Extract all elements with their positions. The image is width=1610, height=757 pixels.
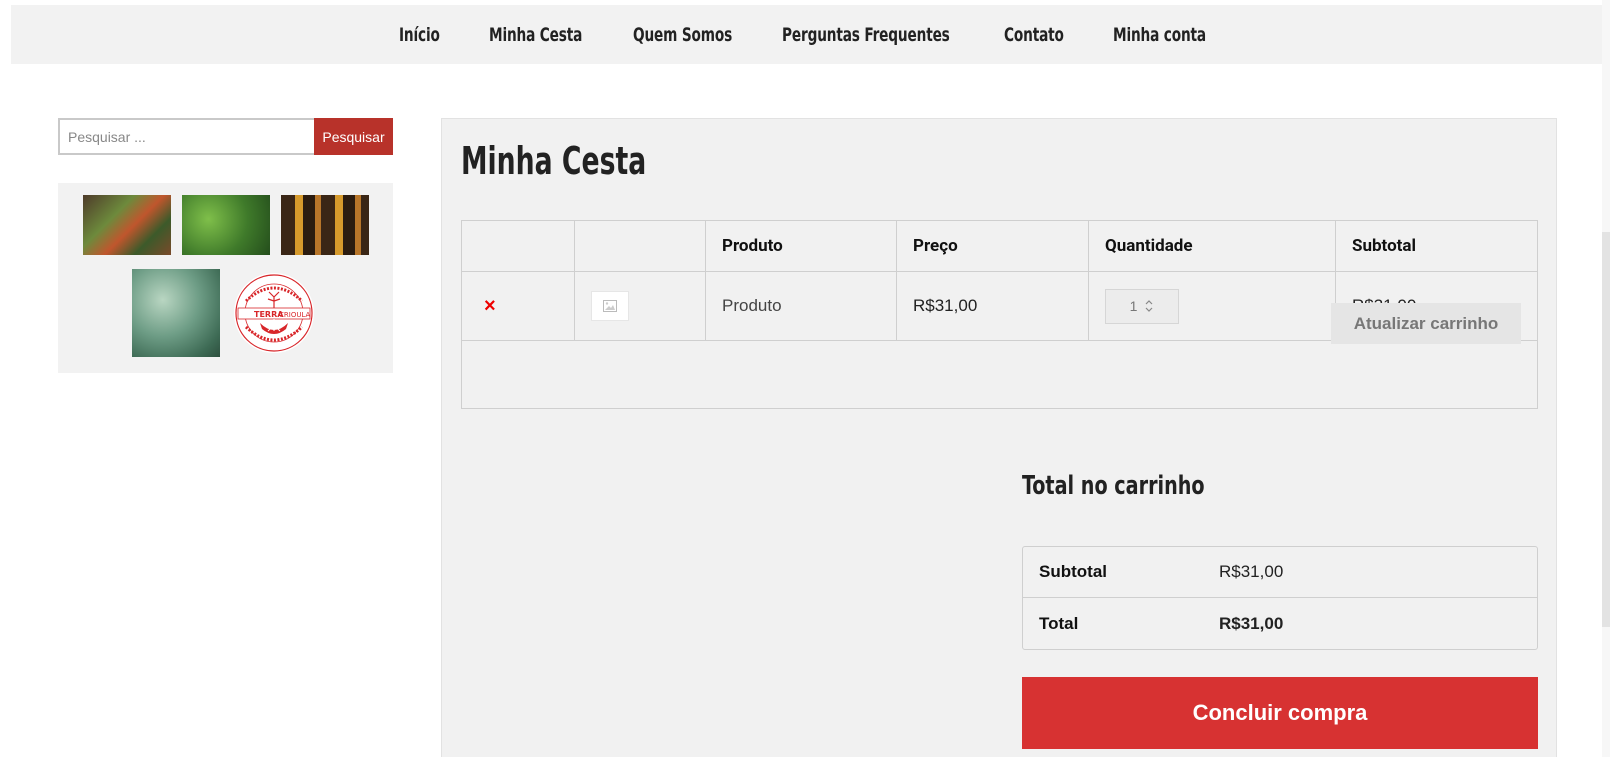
cart-header-produto: Produto — [706, 221, 897, 272]
search-button[interactable]: Pesquisar — [314, 118, 393, 155]
nav-item-quem-somos[interactable]: Quem Somos — [633, 24, 732, 46]
search-form: Pesquisar — [58, 118, 393, 155]
cart-totals-title: Total no carrinho — [1022, 471, 1205, 501]
update-cart-button[interactable]: Atualizar carrinho — [1331, 303, 1521, 344]
sidebar-gallery: TERRA CRIOULA — [58, 183, 393, 373]
nav-item-minha-conta[interactable]: Minha conta — [1113, 24, 1206, 46]
nav-item-contato[interactable]: Contato — [1004, 24, 1064, 46]
cart-panel: Minha Cesta Produto Preço Quantidade Sub… — [441, 118, 1557, 757]
quantity-value: 1 — [1129, 298, 1138, 314]
nav-item-minha-cesta[interactable]: Minha Cesta — [489, 24, 582, 46]
gallery-image-vegetable-crates[interactable] — [83, 195, 171, 255]
page-scrollbar[interactable] — [1602, 0, 1610, 757]
gallery-image-cabbage[interactable] — [132, 269, 220, 357]
terra-crioula-logo[interactable]: TERRA CRIOULA — [232, 271, 316, 355]
checkout-button[interactable]: Concluir compra — [1022, 677, 1538, 749]
totals-subtotal-value: R$31,00 — [1219, 562, 1284, 581]
nav-item-perguntas-frequentes[interactable]: Perguntas Frequentes — [782, 24, 950, 46]
totals-total-row: Total R$31,00 — [1023, 598, 1537, 649]
cart-header-remove — [462, 221, 575, 272]
cart-header-subtotal: Subtotal — [1336, 221, 1537, 272]
product-name[interactable]: Produto — [706, 272, 897, 341]
product-price: R$31,00 — [897, 272, 1089, 341]
table-row-image-cell — [575, 272, 706, 341]
cart-header-preco: Preço — [897, 221, 1089, 272]
nav-item-inicio[interactable]: Início — [399, 24, 440, 46]
top-navigation: Início Minha Cesta Quem Somos Perguntas … — [11, 5, 1608, 64]
quantity-stepper[interactable]: 1 — [1105, 288, 1179, 324]
svg-text:CRIOULA: CRIOULA — [279, 311, 311, 319]
totals-total-label: Total — [1039, 613, 1079, 633]
cart-table: Produto Preço Quantidade Subtotal × Prod… — [461, 220, 1538, 409]
cart-totals-table: Subtotal R$31,00 Total R$31,00 — [1022, 546, 1538, 650]
product-thumbnail-placeholder[interactable] — [591, 291, 629, 321]
totals-subtotal-label: Subtotal — [1039, 562, 1107, 581]
totals-subtotal-row: Subtotal R$31,00 — [1023, 547, 1537, 598]
scrollbar-thumb[interactable] — [1602, 232, 1610, 627]
cart-header-image — [575, 221, 706, 272]
quantity-cell: 1 — [1089, 272, 1336, 341]
spinner-arrows-icon[interactable] — [1144, 298, 1154, 314]
totals-total-value: R$31,00 — [1219, 613, 1284, 633]
placeholder-image-icon — [603, 300, 617, 312]
cart-header-quantidade: Quantidade — [1089, 221, 1336, 272]
search-input[interactable] — [58, 118, 314, 155]
page-title: Minha Cesta — [461, 139, 647, 183]
gallery-image-produce-boxes[interactable] — [281, 195, 369, 255]
gallery-image-lettuce[interactable] — [182, 195, 270, 255]
remove-item-button[interactable]: × — [462, 272, 575, 341]
